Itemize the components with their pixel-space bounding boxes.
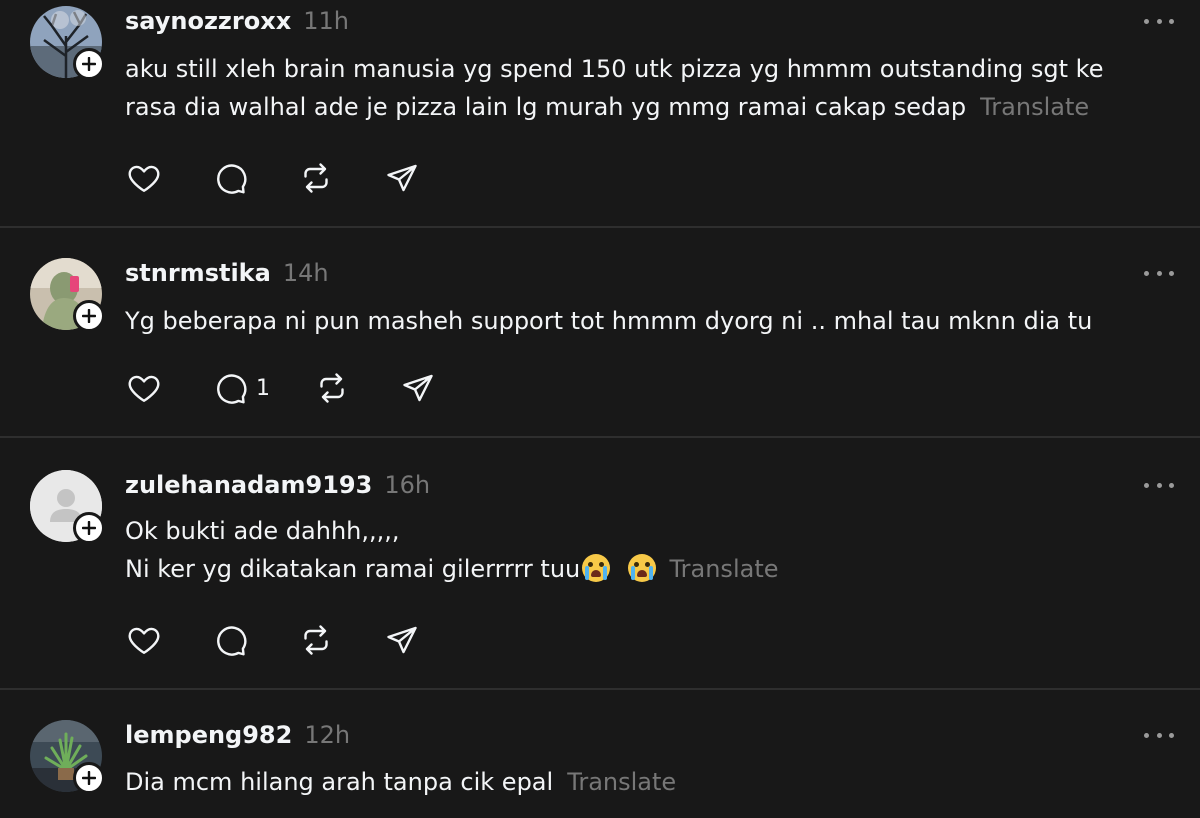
post-stnrmstika: stnrmstika 14h Yg beberapa ni pun masheh … (0, 228, 1200, 436)
like-button[interactable] (126, 370, 162, 406)
send-icon (387, 164, 417, 192)
heart-icon (128, 627, 160, 654)
translate-link[interactable]: Translate (670, 555, 779, 583)
post-text: Ok bukti ade dahhh,,,,, Ni ker yg dikata… (125, 517, 779, 583)
post-text: Yg beberapa ni pun masheh support tot hm… (125, 307, 1093, 335)
timestamp: 16h (384, 471, 431, 499)
username[interactable]: lempeng982 12h (125, 721, 350, 749)
like-button[interactable] (126, 160, 162, 196)
username[interactable]: stnrmstika 14h (125, 259, 329, 287)
crying-face-emoji (627, 554, 656, 582)
timestamp: 14h (282, 259, 329, 287)
comment-icon (217, 164, 247, 194)
timestamp: 12h (304, 721, 351, 749)
reply-button[interactable]: 1 (212, 370, 270, 406)
follow-plus-button[interactable] (73, 48, 105, 80)
repost-button[interactable] (298, 622, 334, 658)
send-icon (387, 626, 417, 654)
share-button[interactable] (384, 622, 420, 658)
more-options-button[interactable] (1144, 16, 1174, 26)
reply-button[interactable] (212, 622, 248, 658)
follow-plus-button[interactable] (73, 300, 105, 332)
share-button[interactable] (400, 370, 436, 406)
post-saynozzroxx: saynozzroxx 11h aku still xleh brain manu… (0, 0, 1200, 226)
follow-plus-button[interactable] (73, 512, 105, 544)
plus-icon (82, 309, 96, 323)
plus-icon (82, 521, 96, 535)
post-lempeng982: lempeng982 12h Dia mcm hilang arah tanpa … (0, 690, 1200, 818)
repost-button[interactable] (298, 160, 334, 196)
reply-count: 1 (256, 375, 270, 401)
post-text: Dia mcm hilang arah tanpa cik epal Transl… (125, 768, 677, 796)
more-icon (1144, 482, 1149, 488)
more-icon (1144, 270, 1149, 276)
repost-icon (304, 625, 328, 655)
repost-icon (320, 373, 344, 403)
translate-link[interactable]: Translate (980, 93, 1089, 121)
more-icon (1144, 18, 1149, 24)
post-zulehanadam9193: zulehanadam9193 16h Ok bukti ade dahhh,,,… (0, 438, 1200, 688)
more-options-button[interactable] (1144, 480, 1174, 490)
comment-icon (217, 374, 247, 404)
follow-plus-button[interactable] (73, 762, 105, 794)
send-icon (403, 374, 433, 402)
share-button[interactable] (384, 160, 420, 196)
reply-button[interactable] (212, 160, 248, 196)
more-icon (1144, 732, 1149, 738)
replies-feed: saynozzroxx 11h aku still xleh brain manu… (0, 0, 1200, 818)
plus-icon (82, 57, 96, 71)
more-options-button[interactable] (1144, 268, 1174, 278)
comment-icon (217, 626, 247, 656)
username[interactable]: zulehanadam9193 16h (125, 471, 430, 499)
plus-icon (82, 771, 96, 785)
repost-button[interactable] (314, 370, 350, 406)
crying-face-emoji (582, 554, 611, 582)
heart-icon (128, 375, 160, 402)
heart-icon (128, 165, 160, 192)
more-options-button[interactable] (1144, 730, 1174, 740)
repost-icon (304, 163, 328, 193)
like-button[interactable] (126, 622, 162, 658)
post-text: aku still xleh brain manusia yg spend 15… (125, 55, 1104, 121)
username[interactable]: saynozzroxx 11h (125, 7, 349, 35)
timestamp: 11h (303, 7, 349, 35)
translate-link[interactable]: Translate (567, 768, 676, 796)
